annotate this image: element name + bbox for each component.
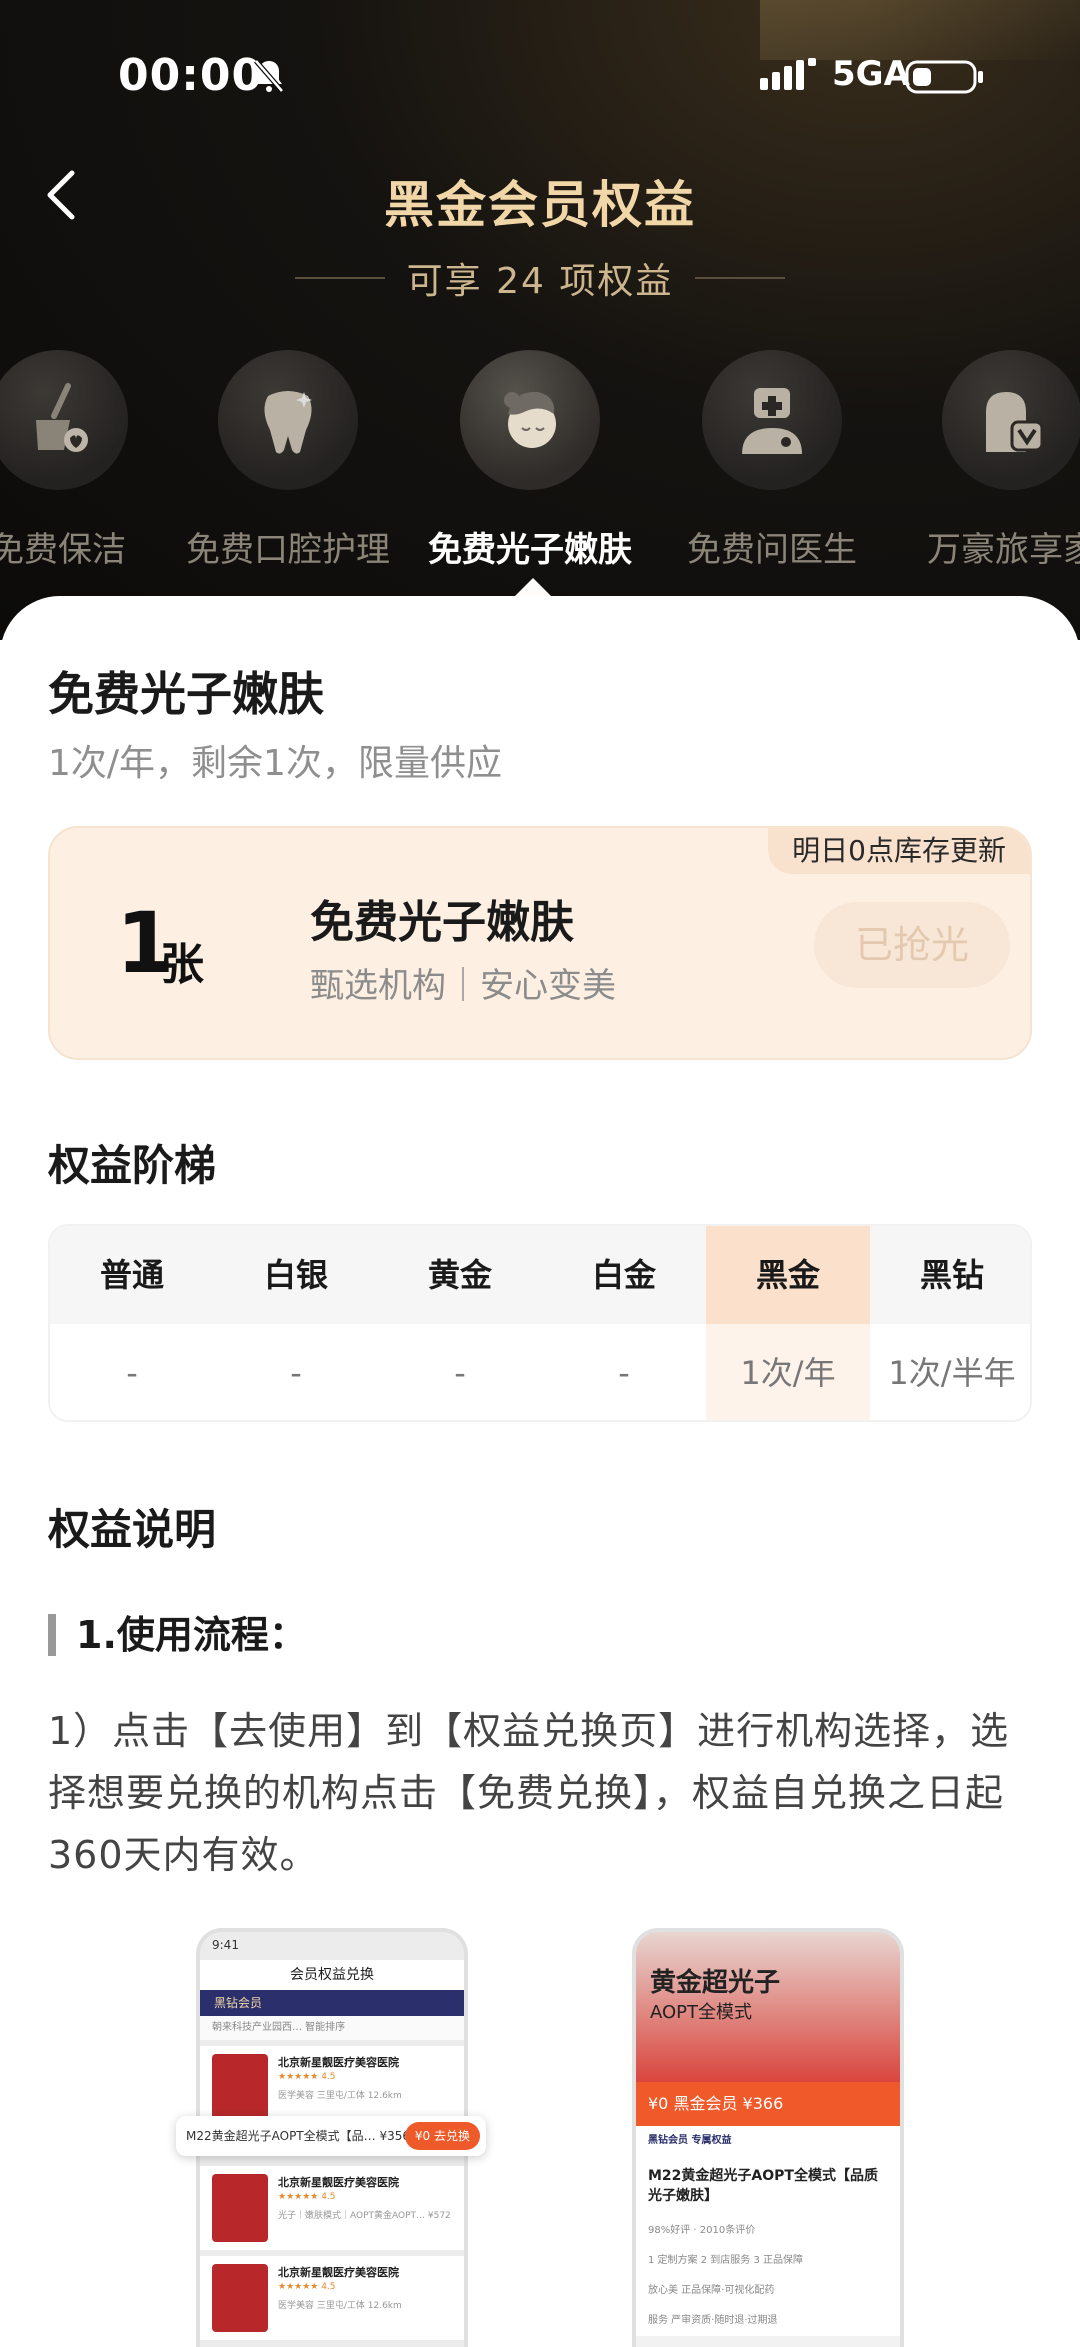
mock-exchange-popup: M22黄金超光子AOPT全模式【品… ¥356 ¥0 去兑换: [176, 2116, 486, 2156]
category-label: 万豪旅享家: [927, 530, 1080, 570]
category-marriott-bonvoy[interactable]: 万豪旅享家: [892, 350, 1080, 571]
mock-rating: ★★★★★ 4.5: [278, 2192, 336, 2202]
mock-rating: ★★★★★ 4.5: [278, 2072, 336, 2082]
broom-heart-icon: [0, 350, 128, 490]
mock-clinic-name: 北京新星靓医疗美容医院: [278, 2056, 399, 2069]
product-page-mockup: 黄金超光子 AOPT全模式 ¥0 黑金会员 ¥366 黑钻会员 专属权益 M22…: [632, 1928, 904, 2347]
category-free-cleaning[interactable]: 免费保洁: [0, 350, 178, 571]
status-bar: 00:00 5GA: [0, 40, 1080, 120]
mock-time: 9:41: [212, 1938, 239, 1952]
face-care-icon: [460, 350, 600, 490]
category-label: 免费保洁: [0, 530, 126, 570]
ladder-value-row: - - - - 1次/年 1次/半年: [50, 1324, 1030, 1420]
mock-product-title: M22黄金超光子AOPT全模式【品质光子嫩肤】: [636, 2156, 900, 2216]
mock-list-item: 北京新星靓医疗美容医院 ★★★★★ 4.5 光子｜嫩肤模式｜AOPT黄金AOPT…: [200, 2166, 464, 2250]
mock-detail-row: 98%好评 · 2010条评价: [636, 2216, 900, 2246]
mock-meta: 医学美容 三里屯/工体 12.6km: [278, 2091, 402, 2101]
mock-hero-title: 黄金超光子: [650, 1968, 781, 1998]
tier-header-current: 黑金: [706, 1226, 870, 1324]
sold-out-button[interactable]: 已抢光: [814, 902, 1010, 988]
category-free-dental[interactable]: 免费口腔护理: [168, 350, 408, 571]
mock-detail-row: 服务 严审资质·随时退·过期退: [636, 2306, 900, 2336]
ladder-header-row: 普通 白银 黄金 白金 黑金 黑钻: [50, 1226, 1030, 1324]
step-title: 1.使用流程：: [48, 1614, 307, 1656]
tier-value: -: [454, 1354, 466, 1392]
category-label: 免费光子嫩肤: [428, 530, 632, 570]
tier-value: -: [126, 1354, 138, 1392]
benefit-count: 可享 24 项权益: [406, 261, 674, 302]
mock-rating: ★★★★★ 4.5: [278, 2282, 336, 2292]
explanation-title: 权益说明: [48, 1505, 217, 1554]
coupon-card: 明日0点库存更新 1 张 免费光子嫩肤 甄选机构｜安心变美 已抢光: [48, 826, 1032, 1060]
divider: [294, 277, 385, 279]
tier-header: 白金: [591, 1256, 656, 1294]
hotel-vip-icon: [942, 350, 1080, 490]
divider: [695, 277, 786, 279]
status-time: 00:00: [118, 50, 264, 101]
mock-hero-sub: AOPT全模式: [650, 2002, 753, 2023]
mock-popup-text: M22黄金超光子AOPT全模式【品… ¥356: [186, 2129, 410, 2143]
tooth-icon: [218, 350, 358, 490]
mock-clinic-name: 北京新星靓医疗美容医院: [278, 2176, 399, 2189]
benefit-ladder-table: 普通 白银 黄金 白金 黑金 黑钻 - - - - 1次/年 1次/半年: [48, 1224, 1032, 1422]
benefit-category-carousel[interactable]: 免费保洁 免费口腔护理 免费光子嫩肤 免费问医生 万豪旅享家: [0, 350, 1080, 590]
tier-value: -: [618, 1354, 630, 1392]
category-free-doctor[interactable]: 免费问医生: [652, 350, 892, 571]
mock-member-badge: 黑钻会员 专属权益: [636, 2126, 900, 2156]
mock-meta: 医学美容 三里屯/工体 12.6km: [278, 2301, 402, 2311]
stock-update-tag: 明日0点库存更新: [768, 828, 1030, 874]
tier-value: 1次/半年: [888, 1354, 1016, 1392]
tier-value: -: [290, 1354, 302, 1392]
mock-price-bar: ¥0 黑金会员 ¥366: [636, 2082, 900, 2126]
mock-product-hero: 黄金超光子 AOPT全模式: [636, 1932, 900, 2082]
mock-title: 会员权益兑换: [200, 1960, 464, 1990]
coupon-desc: 甄选机构｜安心变美: [310, 966, 616, 1006]
mock-exchange-button: ¥0 去兑换: [404, 2122, 480, 2150]
benefit-title: 免费光子嫩肤: [48, 667, 324, 721]
mock-thumbnail: [212, 2174, 268, 2242]
active-category-pointer: [515, 578, 551, 596]
coupon-name: 免费光子嫩肤: [310, 897, 574, 948]
ladder-title: 权益阶梯: [48, 1141, 217, 1190]
category-label: 免费问医生: [687, 530, 857, 570]
coupon-unit: 张: [160, 939, 204, 990]
page-title: 黑金会员权益: [384, 176, 696, 234]
tier-value-current: 1次/年: [706, 1324, 870, 1420]
tier-header: 黄金: [427, 1256, 492, 1294]
doctor-icon: [702, 350, 842, 490]
benefit-quota: 1次/年，剩余1次，限量供应: [48, 743, 502, 784]
mock-filter: 朝来科技产业园西… 智能排序: [200, 2016, 464, 2040]
mock-meta: 光子｜嫩肤模式｜AOPT黄金AOPT… ¥572: [278, 2211, 451, 2221]
mock-clinic-name: 北京新星靓医疗美容医院: [278, 2266, 399, 2279]
signal-icon: [760, 58, 816, 94]
tier-header: 普通: [99, 1256, 164, 1294]
mock-member-band: 黑钻会员: [200, 1990, 464, 2016]
mock-list-item: 北京新星靓医疗美容医院 ★★★★★ 4.5 医学美容 三里屯/工体 12.6km: [200, 2256, 464, 2340]
category-free-photorejuvenation[interactable]: 免费光子嫩肤: [410, 350, 650, 571]
tier-header: 黑钻: [919, 1256, 984, 1294]
step-description: 1）点击【去使用】到【权益兑换页】进行机构选择，选择想要兑换的机构点击【免费兑换…: [48, 1709, 1010, 1877]
subtitle-row: 可享 24 项权益: [0, 252, 1080, 304]
tier-header: 白银: [263, 1256, 328, 1294]
battery-icon: [905, 60, 985, 98]
mute-bell-icon: [252, 58, 286, 98]
mock-thumbnail: [212, 2054, 268, 2122]
mock-detail-row: 放心美 正品保障·可视化配药: [636, 2276, 900, 2306]
category-label: 免费口腔护理: [186, 530, 390, 570]
mock-thumbnail: [212, 2264, 268, 2332]
mock-detail-row: 1 定制方案 2 到店服务 3 正品保障: [636, 2246, 900, 2276]
network-type: 5GA: [832, 54, 910, 94]
